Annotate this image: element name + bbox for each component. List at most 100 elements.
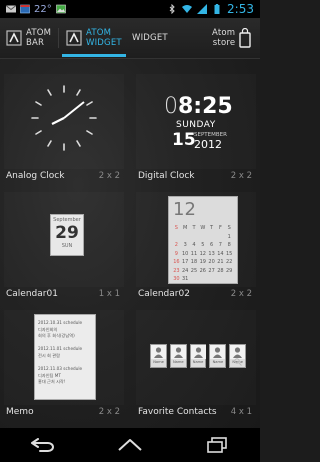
calendar02-cell: 24 bbox=[182, 267, 189, 274]
shopping-bag-icon bbox=[239, 28, 251, 48]
widget-size: 2 x 2 bbox=[230, 171, 252, 181]
contact-avatar-icon bbox=[151, 345, 166, 359]
calendar02-cell: 13 bbox=[208, 250, 215, 257]
calendar02-cell: 2 bbox=[174, 242, 178, 248]
calendar02-week-row: 9 10 11 12 13 14 15 bbox=[172, 251, 234, 260]
image-notification-icon bbox=[55, 4, 66, 14]
atom-bar-icon bbox=[6, 30, 22, 46]
calendar02-cell: F bbox=[218, 225, 222, 231]
widget-size: 4 x 1 bbox=[230, 407, 252, 417]
calendar02-cell: 10 bbox=[182, 250, 189, 257]
memo-line: 디자인회의 bbox=[38, 326, 58, 332]
digital-clock-year: 2012 bbox=[194, 138, 222, 151]
widget-name: Analog Clock bbox=[6, 171, 65, 181]
memo-line bbox=[38, 340, 92, 347]
calendar02-cell bbox=[198, 234, 207, 243]
calendar02-month: 12 bbox=[173, 199, 196, 220]
calendar02-cell: 30 bbox=[173, 276, 180, 282]
calendar02-cell: 16 bbox=[173, 259, 180, 265]
widget-memo[interactable]: 2012.10.31 schedule 디자인회의 회의 후 회식(강남역) 2012… bbox=[0, 310, 124, 420]
analog-clock-face bbox=[31, 85, 97, 151]
calendar02-cell: 5 bbox=[201, 242, 205, 248]
calendar02-cell: 8 bbox=[227, 242, 231, 248]
contact-avatar-icon bbox=[230, 345, 246, 359]
tab-atom-widget-label-2: WIDGET bbox=[86, 38, 122, 48]
digital-clock-day: 15 bbox=[172, 130, 196, 150]
contacts-row: Name Name Name Name Name bbox=[150, 344, 246, 368]
navigation-bar bbox=[0, 428, 260, 462]
calendar02-cell: 27 bbox=[208, 267, 215, 274]
recent-apps-icon bbox=[206, 437, 227, 453]
memo-line bbox=[38, 360, 92, 367]
calendar02-cell: 25 bbox=[190, 267, 198, 274]
widget-favorite-contacts[interactable]: Name Name Name Name Name Favorite Contacts 4… bbox=[132, 310, 256, 420]
digital-clock-preview: 08:25 SUNDAY 15 SEPTEMBER 2012 bbox=[136, 74, 256, 169]
widget-name: Digital Clock bbox=[138, 171, 195, 181]
calendar02-preview: 12 S M T W T F S 1 2 3 4 5 6 7 8 9 10 11 12 13 14 15 16 17 18 19 2… bbox=[136, 192, 256, 287]
calendar02-cell: 11 bbox=[190, 250, 198, 257]
analog-clock-preview bbox=[4, 74, 124, 169]
app-screen: 22° 2:53 ATOM BAR ATOM WIDGET WIDGET Ato… bbox=[0, 0, 260, 462]
memo-note: 2012.10.31 schedule 디자인회의 회의 후 회식(강남역) 2012… bbox=[34, 314, 96, 400]
memo-line: 2012.11.01 schedule bbox=[38, 346, 83, 352]
calendar02-weekday-row: SMTWTFS bbox=[172, 225, 234, 234]
calendar02-cell: 22 bbox=[225, 259, 233, 265]
calendar02-cell: 21 bbox=[217, 259, 224, 265]
atom-widget-icon bbox=[66, 30, 82, 46]
calendar02-week-row: 30 31 bbox=[172, 276, 234, 285]
back-button[interactable] bbox=[25, 433, 61, 457]
status-time: 2:53 bbox=[227, 2, 254, 16]
memo-line: 2012.10.31 schedule bbox=[38, 320, 83, 325]
calendar02-cell bbox=[207, 234, 216, 243]
tab-atom-widget[interactable]: ATOM WIDGET bbox=[66, 18, 122, 58]
calendar02-cell: 17 bbox=[182, 259, 189, 265]
calendar02-cell: 14 bbox=[217, 250, 224, 257]
tab-atom-widget-label-1: ATOM bbox=[86, 28, 112, 38]
calendar02-cell: 7 bbox=[218, 242, 222, 248]
contact-card: Name bbox=[209, 344, 227, 368]
calendar02-cell: 1 bbox=[227, 233, 231, 240]
signal-icon bbox=[197, 4, 208, 14]
tab-atom-bar-label-2: BAR bbox=[26, 38, 45, 48]
atom-store-button[interactable]: Atom store bbox=[212, 18, 251, 58]
tab-atom-bar[interactable]: ATOM BAR bbox=[6, 18, 51, 58]
calendar02-cell bbox=[225, 276, 234, 285]
tab-widget[interactable]: WIDGET bbox=[132, 18, 168, 58]
contact-card: Name bbox=[189, 344, 207, 368]
calendar02-cell bbox=[190, 234, 199, 243]
widget-name: Favorite Contacts bbox=[138, 407, 217, 417]
calendar02-cell: 9 bbox=[174, 250, 178, 257]
calendar02-cell: S bbox=[227, 225, 231, 231]
contact-card: Name bbox=[150, 344, 167, 368]
widget-name: Calendar02 bbox=[138, 289, 190, 299]
contact-avatar-icon bbox=[210, 345, 226, 359]
calendar02-cell: 12 bbox=[199, 250, 206, 257]
widget-analog-clock[interactable]: Analog Clock 2 x 2 bbox=[0, 74, 124, 184]
calendar02-cell: 28 bbox=[217, 267, 224, 274]
calendar02-cell bbox=[216, 234, 225, 243]
tab-atom-bar-label-1: ATOM bbox=[26, 28, 52, 38]
calendar01-weekday: SUN bbox=[61, 243, 73, 249]
memo-line: 홍대 근처 시작! bbox=[38, 379, 66, 385]
calendar02-cell bbox=[172, 234, 181, 243]
gmail-icon bbox=[6, 5, 16, 13]
memo-preview: 2012.10.31 schedule 디자인회의 회의 후 회식(강남역) 2012… bbox=[4, 310, 124, 405]
digital-clock-weekday: SUNDAY bbox=[176, 120, 216, 130]
calendar02-cell: T bbox=[210, 225, 214, 231]
calendar02-cell: 3 bbox=[183, 242, 187, 248]
widget-name: Calendar01 bbox=[6, 289, 58, 299]
calendar02-cell bbox=[207, 276, 216, 285]
widget-calendar02[interactable]: 12 S M T W T F S 1 2 3 4 5 6 7 8 9 10 11 12 13 14 15 16 17 18 19 2… bbox=[132, 192, 256, 302]
calendar02-week-row: 23 24 25 26 27 28 29 bbox=[172, 268, 234, 277]
calendar02-week-row: 2345678 bbox=[172, 242, 234, 251]
active-tab-indicator bbox=[62, 54, 126, 57]
calendar02-cell bbox=[181, 234, 190, 243]
widget-digital-clock[interactable]: 08:25 SUNDAY 15 SEPTEMBER 2012 Digital C… bbox=[132, 74, 256, 184]
widget-size: 2 x 2 bbox=[98, 407, 120, 417]
widget-calendar01[interactable]: September 29 SUN Calendar01 1 x 1 bbox=[0, 192, 124, 302]
home-button[interactable] bbox=[112, 433, 148, 457]
contact-name: Name bbox=[153, 360, 164, 364]
recent-apps-button[interactable] bbox=[199, 433, 235, 457]
memo-line: 2012.11.03 schedule bbox=[38, 366, 83, 372]
calendar02-cell bbox=[216, 276, 225, 285]
